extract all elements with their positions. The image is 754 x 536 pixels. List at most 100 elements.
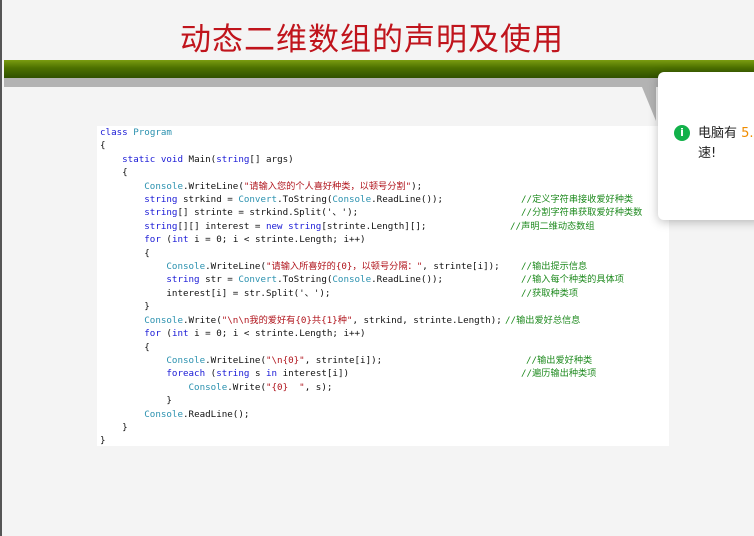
- code-line: }: [100, 394, 680, 407]
- code-comment: //输出爱好种类: [526, 354, 593, 366]
- code-brace: }: [166, 395, 172, 407]
- code-string: "请输入所喜好的{0}，以顿号分隔：": [265, 261, 423, 273]
- code-keyword: static void: [122, 153, 183, 165]
- code-text: i = 0; i < strinte.Length; i++): [188, 328, 366, 340]
- code-line: }: [100, 434, 680, 447]
- code-keyword: in: [266, 368, 278, 380]
- toast-text-before: 电脑有: [698, 126, 742, 141]
- code-text: [][] interest =: [177, 220, 266, 232]
- code-line: string strkind = Convert.ToString(Consol…: [100, 193, 680, 206]
- code-line: for (int i = 0; i < strinte.Length; i++): [100, 327, 680, 340]
- code-keyword: string: [144, 194, 178, 206]
- toast-text-line2: 速!: [698, 146, 717, 161]
- code-text: , strinte[i]);: [422, 261, 500, 273]
- code-line: interest[i] = str.Split('、'); //获取种类项: [100, 287, 680, 300]
- code-text: , s);: [304, 381, 333, 393]
- code-text: .Write(: [183, 314, 222, 326]
- code-text: .ReadLine());: [371, 194, 444, 206]
- code-brace: }: [100, 435, 106, 447]
- code-keyword: string: [166, 274, 200, 286]
- code-text: , strinte[i]);: [304, 354, 383, 366]
- code-keyword: string: [216, 368, 250, 380]
- code-text: interest[i]): [277, 368, 350, 380]
- code-text: i = 0; i < strinte.Length; i++): [188, 234, 366, 246]
- code-text: .ReadLine();: [183, 408, 250, 420]
- code-class: Console: [144, 408, 183, 420]
- code-text: [strinte.Length][];: [321, 220, 427, 232]
- code-line: {: [100, 341, 680, 354]
- code-line: string str = Convert.ToString(Console.Re…: [100, 273, 680, 286]
- code-keyword: for: [144, 328, 161, 340]
- code-text: strkind =: [177, 194, 239, 206]
- code-line: Console.WriteLine("\n{0}", strinte[i]); /…: [100, 354, 680, 367]
- code-class: Console: [166, 354, 206, 366]
- code-class: Console: [166, 261, 206, 273]
- code-line: class Program: [100, 126, 680, 139]
- code-brace: }: [122, 421, 128, 433]
- code-keyword: foreach: [166, 368, 206, 380]
- code-line: Console.Write("{0} ", s);: [100, 381, 680, 394]
- code-comment: //输出爱好总信息: [505, 314, 581, 326]
- code-class: Convert: [238, 274, 278, 286]
- code-line: }: [100, 421, 680, 434]
- code-keyword: string: [216, 153, 250, 165]
- code-line: Console.WriteLine("请输入所喜好的{0}，以顿号分隔：", s…: [100, 260, 680, 273]
- code-brace: }: [144, 301, 150, 313]
- code-block: class Program{ static void Main(string[]…: [100, 126, 680, 448]
- code-text: s: [249, 368, 267, 380]
- code-text: (: [205, 368, 217, 380]
- code-comment: //遍历输出种类项: [521, 368, 597, 380]
- code-line: string[] strinte = strkind.Split('、'); //…: [100, 206, 680, 219]
- code-line: for (int i = 0; i < strinte.Length; i++): [100, 233, 680, 246]
- code-text: .WriteLine(: [183, 180, 244, 192]
- code-line: {: [100, 247, 680, 260]
- code-line: Console.Write("\n\n我的爱好有{0}共{1}种", strki…: [100, 314, 680, 327]
- code-text: );: [411, 180, 423, 192]
- code-text: .Write(: [227, 381, 266, 393]
- code-string: "\n{0}": [265, 354, 305, 366]
- code-comment: //输入每个种类的具体项: [521, 274, 624, 286]
- code-keyword: int: [171, 328, 189, 340]
- code-text: [] args): [249, 153, 294, 165]
- code-text: (: [160, 328, 172, 340]
- code-comment: //获取种类项: [521, 287, 578, 299]
- code-line: }: [100, 300, 680, 313]
- code-class: Console: [188, 381, 228, 393]
- code-text: .ToString(: [277, 274, 333, 286]
- code-keyword: new string: [265, 220, 322, 232]
- code-text: [] strinte = strkind.Split('、');: [177, 207, 359, 219]
- code-comment: //分割字符串获取爱好种类数: [521, 207, 643, 219]
- code-text: .ReadLine());: [371, 274, 444, 286]
- title-underline-bar: [4, 60, 754, 78]
- code-comment: //声明二维动态数组: [510, 220, 595, 232]
- code-type: Program: [133, 127, 172, 138]
- code-class: Console: [332, 274, 372, 286]
- code-text: str =: [199, 274, 239, 286]
- code-text: .ToString(: [277, 194, 333, 206]
- header-gray-bar: [4, 78, 754, 87]
- code-keyword: for: [144, 234, 161, 246]
- code-line: Console.WriteLine("请输入您的个人喜好种类，以顿号分割");: [100, 180, 680, 193]
- header-arrow-shape: [642, 87, 656, 121]
- code-string: "\n\n我的爱好有{0}共{1}种": [221, 314, 353, 326]
- code-text: (: [160, 234, 172, 246]
- code-class: Console: [332, 194, 372, 206]
- code-comment: //输出提示信息: [521, 261, 588, 273]
- code-brace: {: [144, 247, 150, 259]
- code-line: {: [100, 139, 680, 152]
- code-text: interest[i] = str.Split('、');: [166, 287, 331, 299]
- code-brace: {: [144, 341, 150, 353]
- code-brace: {: [122, 167, 128, 179]
- code-keyword: int: [171, 234, 189, 246]
- code-line: string[][] interest = new string[strinte…: [100, 220, 680, 233]
- code-string: "请输入您的个人喜好种类，以顿号分割": [243, 180, 412, 192]
- code-text: .WriteLine(: [205, 261, 266, 273]
- code-text: , strkind, strinte.Length);: [352, 314, 502, 326]
- info-icon: i: [674, 125, 690, 141]
- code-line: foreach (string s in interest[i]) //遍历输出种…: [100, 367, 680, 380]
- page-title: 动态二维数组的声明及使用: [180, 22, 564, 58]
- code-line: Console.ReadLine();: [100, 408, 680, 421]
- toast-highlight: 5.: [741, 126, 754, 141]
- notification-toast[interactable]: i 电脑有 5. 速!: [658, 72, 754, 220]
- code-keyword: class: [100, 127, 128, 138]
